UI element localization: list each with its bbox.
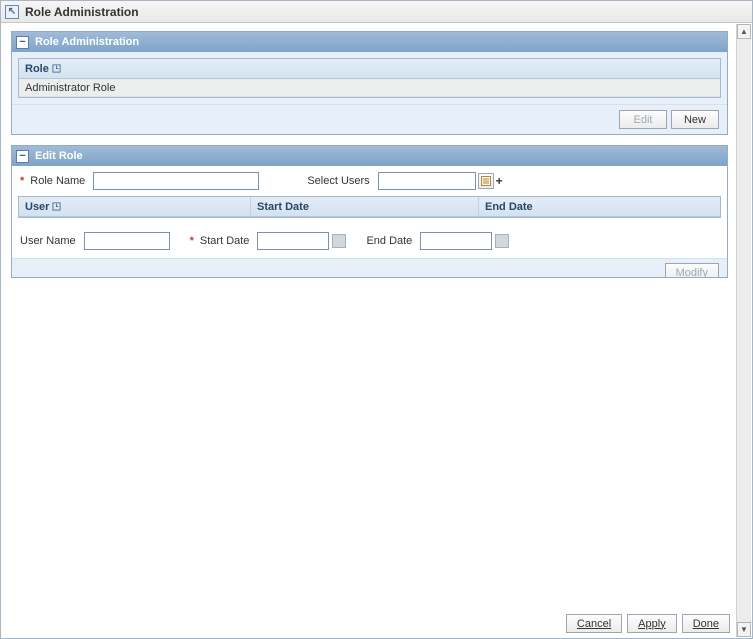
roles-panel: − Role Administration Role <box>11 31 728 135</box>
collapse-icon[interactable]: − <box>16 150 29 163</box>
end-date-input[interactable] <box>420 232 492 250</box>
roles-grid-body: Administrator Role <box>19 79 720 97</box>
select-users-lookup: + <box>378 172 503 190</box>
roles-grid-header: Role <box>19 59 720 79</box>
edit-role-header: − Edit Role <box>12 146 727 166</box>
edit-role-form-row: * Role Name Select Users + <box>12 166 727 196</box>
app-icon: ↖ <box>5 5 19 19</box>
vertical-scrollbar[interactable]: ▲ ▼ <box>736 24 751 637</box>
done-button[interactable]: Done <box>682 614 730 633</box>
role-name-label: Role Name <box>30 175 85 187</box>
users-grid-header: User Start Date End Date <box>19 197 720 217</box>
edit-grid-wrap: User Start Date End Date <box>12 196 727 224</box>
lookup-icon[interactable] <box>478 173 494 189</box>
sort-key-icon <box>52 202 61 211</box>
user-name-input[interactable] <box>84 232 170 250</box>
roles-panel-title: Role Administration <box>35 36 139 48</box>
start-date-column-header[interactable]: Start Date <box>251 197 479 216</box>
titlebar: ↖ Role Administration <box>1 1 752 23</box>
role-admin-window: ↖ Role Administration − Role Administrat… <box>0 0 753 639</box>
user-column-header[interactable]: User <box>19 197 251 216</box>
role-name-input[interactable] <box>93 172 259 190</box>
roles-grid: Role Administrator Role <box>18 58 721 98</box>
new-button[interactable]: New <box>671 110 719 129</box>
end-date-column-header[interactable]: End Date <box>479 197 720 216</box>
role-column-header[interactable]: Role <box>19 59 720 78</box>
start-date-field: * Start Date <box>190 232 347 250</box>
edit-role-title: Edit Role <box>35 150 83 162</box>
add-user-icon[interactable]: + <box>496 174 503 188</box>
roles-panel-body: Role Administrator Role <box>12 52 727 104</box>
calendar-icon[interactable] <box>332 234 346 248</box>
scroll-up-icon[interactable]: ▲ <box>737 24 751 39</box>
calendar-icon[interactable] <box>495 234 509 248</box>
apply-button[interactable]: Apply <box>627 614 677 633</box>
window-title: Role Administration <box>25 5 139 19</box>
select-users-input[interactable] <box>378 172 476 190</box>
users-grid: User Start Date End Date <box>18 196 721 218</box>
cancel-button[interactable]: Cancel <box>566 614 622 633</box>
action-bar: Cancel Apply Done <box>1 609 752 638</box>
end-date-label: End Date <box>366 235 412 247</box>
user-name-field: User Name <box>20 232 170 250</box>
edit-button[interactable]: Edit <box>619 110 667 129</box>
required-marker: * <box>20 175 24 187</box>
sort-key-icon <box>52 64 61 73</box>
modify-button[interactable]: Modify <box>665 263 719 277</box>
start-date-input[interactable] <box>257 232 329 250</box>
scroll-down-icon[interactable]: ▼ <box>737 622 751 637</box>
table-row[interactable]: Administrator Role <box>19 79 720 97</box>
end-date-field: End Date <box>366 232 509 250</box>
roles-panel-header: − Role Administration <box>12 32 727 52</box>
user-detail-form: User Name * Start Date End Date <box>12 224 727 258</box>
user-name-label: User Name <box>20 235 76 247</box>
start-date-label: Start Date <box>200 235 250 247</box>
content-area: − Role Administration Role <box>1 23 752 609</box>
select-users-label: Select Users <box>307 175 369 187</box>
collapse-icon[interactable]: − <box>16 36 29 49</box>
required-marker: * <box>190 235 194 247</box>
modify-bar: Modify <box>12 258 727 277</box>
roles-panel-footer: Edit New <box>12 104 727 134</box>
edit-role-panel: − Edit Role * Role Name Select Users + <box>11 145 728 278</box>
role-cell: Administrator Role <box>19 82 121 94</box>
